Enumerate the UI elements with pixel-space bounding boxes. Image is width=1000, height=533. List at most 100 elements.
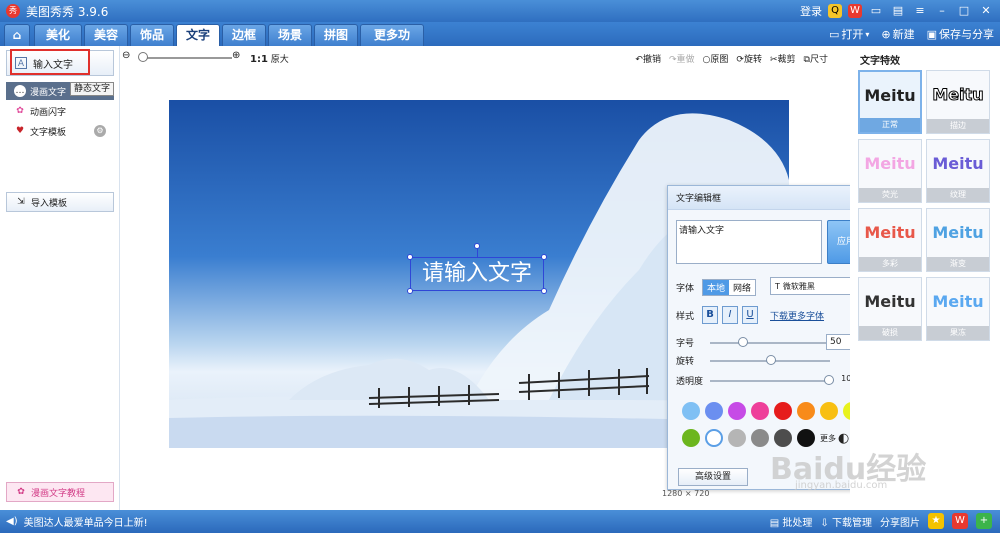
underline-button[interactable]: U xyxy=(742,306,759,324)
open-button[interactable]: ▭ 打开 ▾ xyxy=(829,26,869,42)
resize-handle-tr[interactable] xyxy=(541,254,547,260)
message-icon[interactable]: ▤ xyxy=(890,4,906,18)
close-button[interactable]: ✕ xyxy=(978,4,994,18)
dialog-title[interactable]: 文字编辑框 xyxy=(668,186,868,210)
color-swatch[interactable] xyxy=(705,429,723,447)
crop-button[interactable]: ✂裁剪 xyxy=(770,52,796,65)
batch-icon: ▤ xyxy=(769,517,780,529)
qq-icon[interactable]: Q xyxy=(828,4,842,18)
opacity-slider[interactable] xyxy=(710,380,830,382)
resize-handle-br[interactable] xyxy=(541,288,547,294)
effect-item[interactable]: Meitu 纹理 xyxy=(926,139,990,203)
effect-label: 荧光 xyxy=(859,188,921,202)
color-swatch[interactable] xyxy=(820,402,838,420)
bold-button[interactable]: B xyxy=(702,306,719,324)
size-slider-thumb[interactable] xyxy=(738,337,748,347)
opacity-slider-thumb[interactable] xyxy=(824,375,834,385)
tab-beautify[interactable]: 美化 xyxy=(34,24,82,46)
original-size-button[interactable]: 1:1 原大 xyxy=(250,52,289,65)
download-manager-button[interactable]: ⇩ 下载管理 xyxy=(820,514,872,529)
color-swatch[interactable] xyxy=(728,429,746,447)
zoom-slider[interactable] xyxy=(142,57,232,59)
effect-item[interactable]: Meitu 果冻 xyxy=(926,277,990,341)
font-local-option[interactable]: 本地 xyxy=(703,280,730,295)
tutorial-button[interactable]: ✿ 漫画文字教程 xyxy=(6,482,114,502)
color-swatch[interactable] xyxy=(682,402,700,420)
batch-label: 批处理 xyxy=(782,517,813,529)
download-label: 下载管理 xyxy=(832,517,872,529)
effect-item[interactable]: Meitu 渐变 xyxy=(926,208,990,272)
color-swatch[interactable] xyxy=(797,402,815,420)
new-button[interactable]: ⊕ 新建 xyxy=(881,26,914,42)
undo-label: 撤销 xyxy=(642,55,661,65)
zoom-slider-thumb[interactable] xyxy=(138,52,148,62)
rotate-row: 旋转 0° xyxy=(676,354,864,368)
tutorial-label: 漫画文字教程 xyxy=(31,488,86,499)
rotate-button[interactable]: ⟳旋转 xyxy=(736,52,762,65)
color-swatch[interactable] xyxy=(751,429,769,447)
add-icon[interactable]: + xyxy=(976,513,992,529)
rotate-handle[interactable] xyxy=(474,243,480,249)
effect-item[interactable]: Meitu 多彩 xyxy=(858,208,922,272)
status-message[interactable]: 美图达人最爱单品今日上新! xyxy=(24,514,148,529)
skin-icon[interactable]: ▭ xyxy=(868,4,884,18)
chevron-down-icon: ▾ xyxy=(865,29,870,39)
import-template-button[interactable]: ⇲ 导入模板 xyxy=(6,192,114,212)
tab-collage[interactable]: 拼图 xyxy=(314,24,358,46)
undo-button[interactable]: ↶撤销 xyxy=(635,52,661,65)
advanced-settings-button[interactable]: 高级设置 xyxy=(678,468,748,486)
effect-preview: Meitu xyxy=(932,292,984,311)
effect-item[interactable]: Meitu 正常 xyxy=(858,70,922,134)
weibo-icon[interactable]: W xyxy=(848,4,862,18)
size-label: 字号 xyxy=(676,339,695,349)
color-swatch[interactable] xyxy=(682,429,700,447)
save-share-label: 保存与分享 xyxy=(939,28,994,41)
color-swatch[interactable] xyxy=(705,402,723,420)
effect-item[interactable]: Meitu 荧光 xyxy=(858,139,922,203)
tab-accessories[interactable]: 饰品 xyxy=(130,24,174,46)
tab-more[interactable]: 更多功能 ▾ xyxy=(360,24,424,62)
home-tab[interactable]: ⌂ xyxy=(4,24,30,46)
color-swatch[interactable] xyxy=(774,402,792,420)
resize-button[interactable]: ⧉尺寸 xyxy=(804,52,828,65)
text-input-area[interactable]: 请输入文字 xyxy=(676,220,822,264)
resize-handle-bl[interactable] xyxy=(407,288,413,294)
download-fonts-link[interactable]: 下载更多字体 xyxy=(770,309,824,322)
minimize-button[interactable]: – xyxy=(934,4,950,18)
font-network-option[interactable]: 网络 xyxy=(729,280,756,295)
size-slider[interactable] xyxy=(710,342,830,344)
menu-icon[interactable]: ≡ xyxy=(912,4,928,18)
tab-frame[interactable]: 边框 xyxy=(222,24,266,46)
zoom-in-icon[interactable]: ⊕ xyxy=(232,50,240,61)
color-swatches-row1 xyxy=(682,402,862,420)
effect-item[interactable]: Meitu 破损 xyxy=(858,277,922,341)
plus-circle-icon: ⊕ xyxy=(881,27,891,41)
original-button[interactable]: ○原图 xyxy=(703,52,729,65)
app-title: 美图秀秀 3.9.6 xyxy=(26,4,109,19)
redo-button[interactable]: ↷重做 xyxy=(669,52,695,65)
left-item-animated-text[interactable]: ✿ 动画闪字 xyxy=(6,102,114,120)
color-swatch[interactable] xyxy=(751,402,769,420)
title-bar-actions: 登录 Q W ▭ ▤ ≡ – □ ✕ xyxy=(800,3,994,19)
save-share-button[interactable]: ▣ 保存与分享 xyxy=(927,26,994,42)
tab-beauty[interactable]: 美容 xyxy=(84,24,128,46)
zoom-out-icon[interactable]: ⊖ xyxy=(122,50,130,61)
settings-icon[interactable]: ⚙ xyxy=(94,125,106,137)
batch-button[interactable]: ▤ 批处理 xyxy=(770,514,813,529)
tooltip: 静态文字 xyxy=(70,82,114,96)
italic-button[interactable]: I xyxy=(722,306,739,324)
font-select[interactable]: T 微软雅黑 ▾ xyxy=(770,277,860,295)
maximize-button[interactable]: □ xyxy=(956,4,972,18)
left-item-text-template[interactable]: ♥ 文字模板 ⚙ xyxy=(6,122,114,140)
rotate-slider-thumb[interactable] xyxy=(766,355,776,365)
speaker-icon: ◀) xyxy=(6,516,18,527)
text-overlay[interactable]: 请输入文字 xyxy=(410,257,544,291)
tab-scene[interactable]: 场景 xyxy=(268,24,312,46)
tab-text[interactable]: 文字 xyxy=(176,24,220,46)
resize-handle-tl[interactable] xyxy=(407,254,413,260)
star-icon[interactable]: ★ xyxy=(928,513,944,529)
effect-item[interactable]: Meitu 描边 xyxy=(926,70,990,134)
color-swatch[interactable] xyxy=(728,402,746,420)
login-link[interactable]: 登录 xyxy=(800,3,822,19)
weibo-share-icon[interactable]: W xyxy=(952,513,968,529)
